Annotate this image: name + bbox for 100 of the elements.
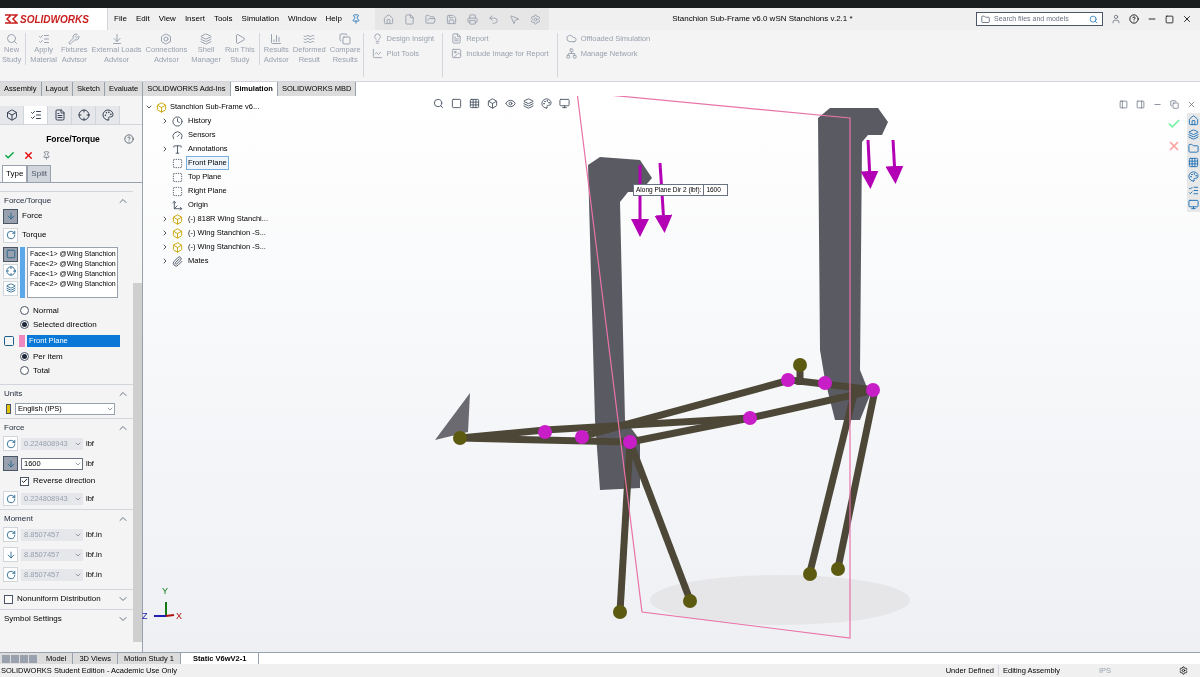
- menu-item[interactable]: Simulation: [241, 13, 279, 25]
- task-pane-icon[interactable]: [1188, 199, 1199, 210]
- menu-item[interactable]: Tools: [213, 13, 233, 25]
- section-heading: Symbol Settings: [4, 613, 62, 626]
- search-icon[interactable]: [1089, 14, 1098, 24]
- plane-icon: [172, 185, 183, 197]
- selection-color-bar: [20, 246, 25, 298]
- plane-icon: [172, 157, 183, 169]
- selection-filter-icon[interactable]: [3, 246, 18, 262]
- ribbon-symbol-icon: [565, 48, 577, 60]
- restore-icon[interactable]: [1170, 100, 1179, 109]
- panel-tab-icon[interactable]: [72, 106, 96, 124]
- task-pane-icon[interactable]: [1188, 115, 1199, 126]
- view-toolbar-icon[interactable]: [541, 98, 552, 109]
- component-icon: [172, 227, 183, 239]
- arrow-down-icon: [5, 549, 16, 560]
- menu-item[interactable]: Edit: [135, 13, 150, 25]
- maximize-icon[interactable]: [1165, 14, 1174, 24]
- section-heading: Force: [4, 421, 25, 434]
- view-toolbar-icon[interactable]: [559, 98, 570, 109]
- close-icon[interactable]: [1182, 14, 1192, 24]
- view-toolbar-icon[interactable]: [433, 98, 444, 109]
- view-toolbar-icon[interactable]: [523, 98, 534, 109]
- pin-icon[interactable]: [42, 150, 51, 160]
- pin-icon[interactable]: [350, 14, 361, 24]
- panel-tab[interactable]: Type: [2, 164, 28, 182]
- panel-tab-icon[interactable]: [0, 106, 24, 124]
- user-icon[interactable]: [1111, 14, 1121, 24]
- option-button[interactable]: [3, 208, 18, 224]
- ribbon-symbol-icon: [160, 33, 173, 45]
- menu-item[interactable]: Help: [325, 13, 342, 25]
- tab-symbol-icon: [5, 109, 18, 121]
- radio-button[interactable]: [20, 352, 29, 362]
- filter-symbol-icon: [5, 249, 16, 260]
- expand-icon[interactable]: [161, 145, 169, 153]
- component-icon: [172, 213, 183, 225]
- ribbon-symbol-icon: [339, 33, 352, 45]
- task-pane-icon[interactable]: [1188, 129, 1199, 140]
- menu-item[interactable]: Window: [287, 13, 317, 25]
- app-logo[interactable]: SOLIDWORKS: [0, 8, 108, 30]
- axis-label: Z: [142, 610, 148, 623]
- tab-symbol-icon: [77, 109, 90, 121]
- checkbox-label: Nonuniform Distribution: [17, 593, 101, 606]
- menu-item[interactable]: File: [114, 13, 127, 25]
- panel-tab[interactable]: Split: [27, 164, 51, 182]
- expand-icon[interactable]: [161, 117, 169, 125]
- radio-button[interactable]: [20, 306, 29, 316]
- view-toolbar-icon[interactable]: [505, 98, 516, 109]
- rotate-icon: [5, 529, 16, 540]
- ribbon-symbol-icon: [303, 33, 316, 45]
- cancel-icon[interactable]: [23, 149, 34, 161]
- panel-icon[interactable]: [1119, 100, 1128, 109]
- ribbon-symbol-icon: [451, 48, 463, 60]
- panel-tab-icon[interactable]: [48, 106, 72, 124]
- direction-button[interactable]: [3, 456, 18, 472]
- checkbox-label: Reverse direction: [33, 475, 96, 488]
- radio-button[interactable]: [20, 320, 29, 330]
- section-heading: Units: [4, 387, 23, 400]
- collapse-icon[interactable]: [145, 103, 153, 111]
- menu-item[interactable]: View: [158, 13, 176, 25]
- sensors-icon: [172, 129, 183, 141]
- menu-item[interactable]: Insert: [184, 13, 205, 25]
- axis-label: Y: [162, 585, 168, 598]
- view-toolbar-icon[interactable]: [451, 98, 462, 109]
- logo-mark-icon: [4, 13, 18, 25]
- tab-symbol-icon: [101, 109, 114, 121]
- task-pane-icon[interactable]: [1188, 157, 1199, 168]
- graphics-viewport[interactable]: [143, 96, 1200, 652]
- cancel-icon[interactable]: [1167, 139, 1181, 153]
- rotate-icon: [5, 230, 16, 241]
- scrollbar[interactable]: [133, 282, 142, 642]
- panel-tab-icon[interactable]: [24, 106, 48, 124]
- help-icon[interactable]: [1129, 14, 1139, 24]
- ribbon-symbol-icon: [371, 33, 383, 45]
- axis-label: X: [176, 610, 182, 623]
- view-toolbar-icon[interactable]: [487, 98, 498, 109]
- mates-icon: [172, 255, 183, 267]
- view-toolbar-icon[interactable]: [469, 98, 480, 109]
- task-pane-icon[interactable]: [1188, 143, 1199, 154]
- tab-symbol-icon: [53, 109, 66, 121]
- filter-symbol-icon: [5, 283, 16, 294]
- window-title: Stanchion Sub-Frame v6.0 wSN Stanchions v.2.1 *: [672, 13, 853, 25]
- radio-label: Selected direction: [33, 318, 97, 331]
- panel-icon[interactable]: [1136, 100, 1145, 109]
- ok-icon[interactable]: [4, 149, 15, 161]
- rotate-icon: [5, 438, 16, 449]
- checkbox[interactable]: [20, 476, 29, 486]
- ribbon-symbol-icon: [371, 48, 383, 60]
- task-pane-icon[interactable]: [1188, 171, 1199, 182]
- help-icon[interactable]: [124, 134, 134, 145]
- logo-text: SOLIDWORKS: [20, 12, 89, 27]
- ribbon-symbol-icon: [200, 33, 213, 45]
- checkmark-icon: [21, 477, 28, 486]
- status-icon[interactable]: [1179, 666, 1188, 675]
- rotate-icon: [5, 569, 16, 580]
- panel-tab-icon[interactable]: [96, 106, 120, 124]
- task-pane-icon[interactable]: [1188, 185, 1199, 196]
- radio-button[interactable]: [20, 366, 29, 376]
- checkbox[interactable]: [4, 594, 13, 604]
- ribbon-symbol-icon: [565, 33, 577, 45]
